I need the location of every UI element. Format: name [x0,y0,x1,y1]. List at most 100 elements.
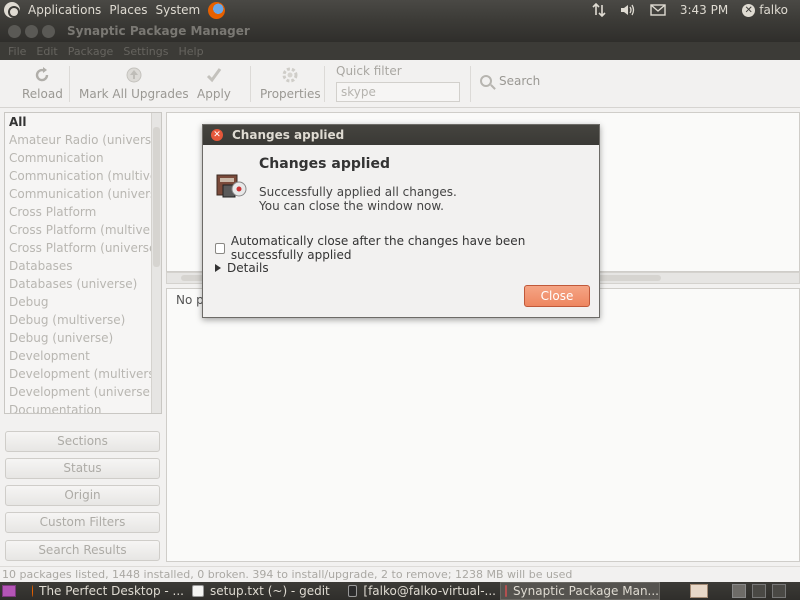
details-expander[interactable]: Details [215,261,269,275]
scrollbar-thumb[interactable] [153,127,160,267]
trash-icon[interactable] [690,584,708,598]
task-label: [falko@falko-virtual-... [363,584,496,598]
upgrade-icon [126,67,142,83]
places-menu[interactable]: Places [109,3,147,17]
show-desktop-icon[interactable] [2,585,16,597]
reload-button[interactable]: Reload [22,66,63,101]
reload-label: Reload [22,87,63,101]
workspace-2[interactable] [752,584,766,598]
section-item[interactable]: Databases [5,257,161,275]
menubar: File Edit Package Settings Help [0,42,800,60]
status-filter-button[interactable]: Status [5,458,160,479]
origin-filter-button[interactable]: Origin [5,485,160,506]
section-item[interactable]: Databases (universe) [5,275,161,293]
section-item[interactable]: Communication (multiverse) [5,167,161,185]
dialog-close-icon[interactable]: ✕ [211,129,223,141]
window-maximize-button[interactable] [42,24,55,38]
menu-help[interactable]: Help [178,45,203,58]
system-tray: 3:43 PM ✕ falko [592,0,800,20]
section-item[interactable]: Development [5,347,161,365]
dialog-heading: Changes applied [259,156,390,172]
apply-button[interactable]: Apply [197,66,231,101]
apply-label: Apply [197,87,231,101]
menu-edit[interactable]: Edit [36,45,57,58]
firefox-icon [32,585,34,597]
section-item[interactable]: Development (multiverse) [5,365,161,383]
custom-filters-button[interactable]: Custom Filters [5,512,160,533]
section-item[interactable]: Debug (multiverse) [5,311,161,329]
menu-file[interactable]: File [8,45,26,58]
workspace-1[interactable] [732,584,746,598]
dialog-message-line-2: You can close the window now. [259,199,444,213]
close-button[interactable]: Close [524,285,590,307]
text-editor-icon [192,585,204,597]
dialog-message-line-1: Successfully applied all changes. [259,185,457,199]
workspace-3[interactable] [772,584,786,598]
system-menu[interactable]: System [155,3,200,17]
properties-label: Properties [260,87,321,101]
toolbar-separator [470,66,471,102]
section-item[interactable]: Cross Platform [5,203,161,221]
reload-icon [36,67,49,82]
task-firefox[interactable]: The Perfect Desktop - ... [28,582,184,600]
task-synaptic[interactable]: Synaptic Package Man... [500,582,660,600]
sections-list[interactable]: All Amateur Radio (universe) Communication… [4,112,162,414]
clock[interactable]: 3:43 PM [680,3,728,17]
sections-filter-button[interactable]: Sections [5,431,160,452]
section-item[interactable]: Development (universe) [5,383,161,401]
apply-check-icon [206,68,222,83]
package-description: No p [166,288,800,562]
auto-close-label[interactable]: Automatically close after the changes ha… [231,234,599,262]
section-item[interactable]: Debug [5,293,161,311]
window-titlebar[interactable]: Synaptic Package Manager [0,20,800,42]
firefox-launcher-icon[interactable] [208,1,226,19]
search-results-button[interactable]: Search Results [5,540,160,561]
window-close-button[interactable] [8,24,21,38]
user-menu[interactable]: ✕ falko [742,3,788,17]
section-item[interactable]: Amateur Radio (universe) [5,131,161,149]
search-label: Search [499,74,541,88]
properties-button[interactable]: Properties [260,66,321,101]
section-item[interactable]: Cross Platform (multiverse) [5,221,161,239]
menu-package[interactable]: Package [68,45,114,58]
details-label: Details [227,261,269,275]
synaptic-icon [505,585,507,597]
user-name: falko [759,3,788,17]
task-label: The Perfect Desktop - ... [39,584,184,598]
dialog-title: Changes applied [232,128,345,142]
task-terminal[interactable]: [falko@falko-virtual-... [344,582,496,600]
window-title: Synaptic Package Manager [67,24,250,38]
package-install-icon [216,174,247,198]
search-button[interactable]: Search [480,74,540,88]
dialog-titlebar[interactable]: ✕ Changes applied [203,125,599,145]
auto-close-checkbox[interactable] [215,242,225,254]
ubuntu-logo-icon[interactable] [4,2,20,18]
task-label: setup.txt (~) - gedit [210,584,330,598]
top-panel: Applications Places System 3:43 PM ✕ fal… [0,0,800,20]
task-gedit[interactable]: setup.txt (~) - gedit [188,582,340,600]
section-item[interactable]: Communication (universe) [5,185,161,203]
sections-scrollbar[interactable] [151,113,161,413]
search-icon [480,75,492,87]
quick-filter-input[interactable]: skype [336,82,460,102]
section-item[interactable]: Debug (universe) [5,329,161,347]
sections-ul: All Amateur Radio (universe) Communication… [5,113,161,413]
top-panel-menu: Applications Places System [0,0,233,20]
mark-all-upgrades-button[interactable]: Mark All Upgrades [79,66,189,101]
toolbar-separator [324,66,325,102]
window-minimize-button[interactable] [25,24,38,38]
toolbar-separator [250,66,251,102]
section-item[interactable]: Communication [5,149,161,167]
changes-applied-dialog: ✕ Changes applied Changes applied Succes… [202,124,600,318]
section-item[interactable]: Documentation [5,401,161,413]
network-icon[interactable] [592,3,606,17]
volume-icon[interactable] [620,3,636,17]
task-label: Synaptic Package Man... [512,584,659,598]
quick-filter-label: Quick filter [336,64,402,78]
applications-menu[interactable]: Applications [28,3,101,17]
section-item[interactable]: Cross Platform (universe) [5,239,161,257]
menu-settings[interactable]: Settings [123,45,168,58]
mail-icon[interactable] [650,4,666,16]
section-item[interactable]: All [5,113,161,131]
auto-close-checkbox-row[interactable]: Automatically close after the changes ha… [215,234,599,262]
